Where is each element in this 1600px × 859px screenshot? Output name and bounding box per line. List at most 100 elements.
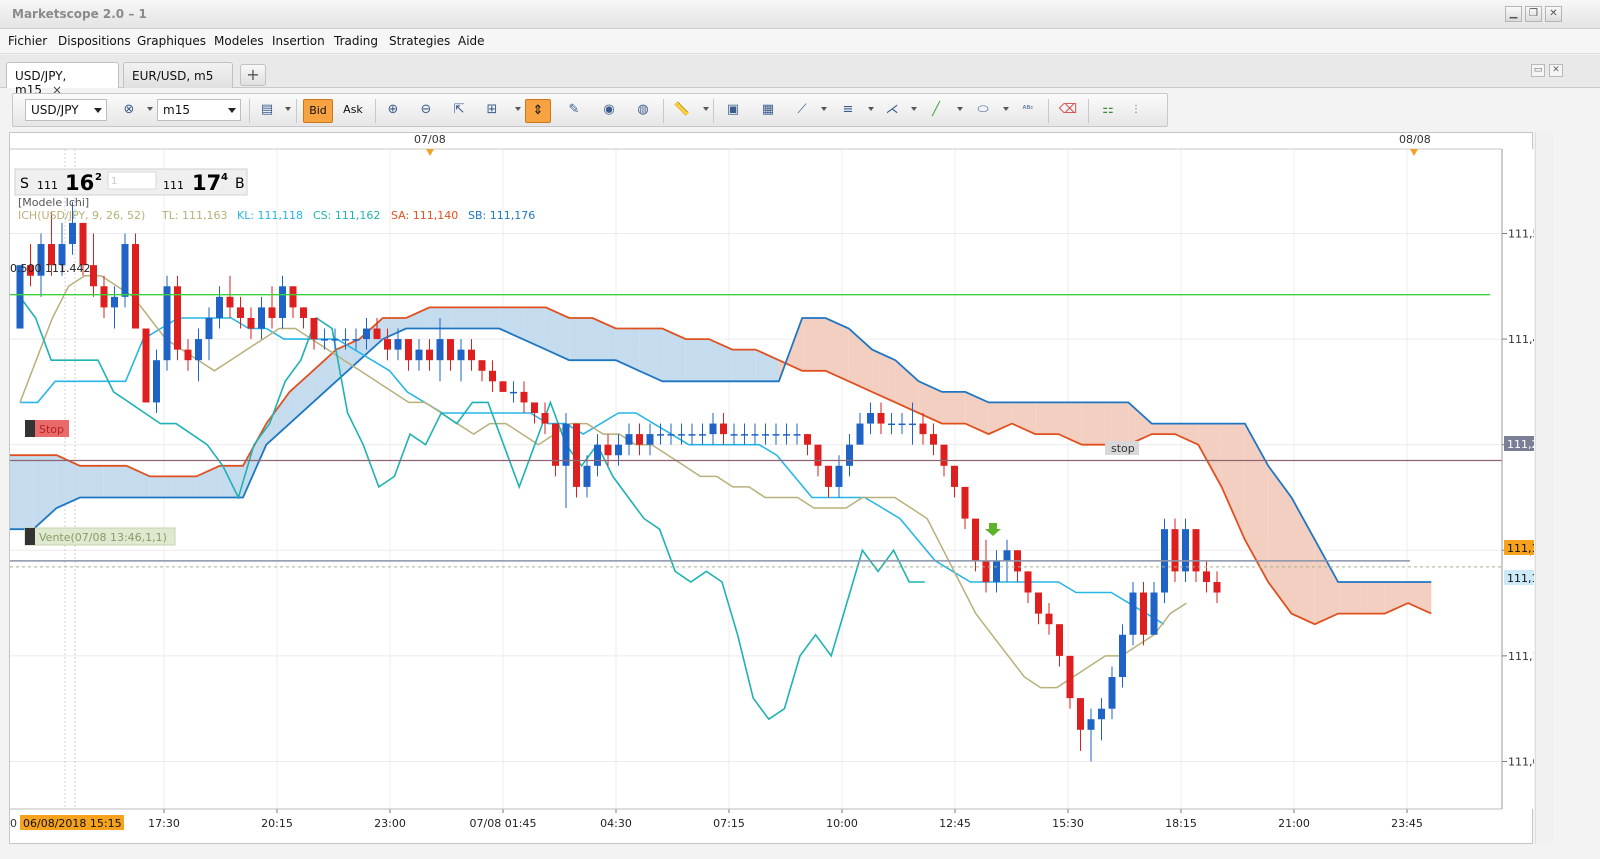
indicators-icon[interactable]: ⊞: [479, 99, 505, 123]
candle-body: [720, 423, 727, 435]
instrument-select[interactable]: USD/JPY: [25, 99, 107, 121]
candle-body: [846, 444, 853, 466]
timeframe-value: m15: [163, 103, 190, 117]
menu-graphiques[interactable]: Graphiques: [137, 34, 206, 48]
chevron-down-icon[interactable]: [911, 107, 917, 111]
zoom-in-icon[interactable]: ⊕: [380, 99, 406, 123]
buy-price-big[interactable]: 17: [192, 171, 221, 195]
candle-body: [898, 423, 906, 426]
cloud-segment: [1035, 402, 1059, 435]
window-title: Marketscope 2.0 – 1: [12, 7, 147, 21]
chart-area[interactable]: 111,50111,40111,30111,20111,10111,00 17:…: [9, 132, 1534, 845]
candle-body: [331, 339, 339, 341]
menu-fichier[interactable]: Fichier: [8, 34, 47, 48]
line-tool-icon[interactable]: ╱: [923, 99, 949, 123]
vertical-scrollbar[interactable]: [1535, 132, 1554, 844]
candle-body: [478, 360, 486, 371]
menu-dispositions[interactable]: Dispositions: [58, 34, 131, 48]
chevron-down-icon[interactable]: [285, 107, 291, 111]
add-tab-button[interactable]: +: [240, 64, 266, 86]
candle-body: [909, 423, 916, 426]
candle-body: [363, 328, 370, 340]
price-axis[interactable]: [1502, 149, 1534, 809]
time-tick-label: 21:00: [1278, 817, 1310, 830]
menu-modeles[interactable]: Modeles: [214, 34, 264, 48]
template-icon[interactable]: ▦: [755, 99, 781, 123]
price-chart[interactable]: 111,50111,40111,30111,20111,10111,00 17:…: [10, 133, 1534, 845]
horizontal-lines-icon[interactable]: ≡: [835, 99, 861, 123]
ruler-icon[interactable]: 📏: [669, 99, 695, 123]
stop-order-handle[interactable]: [25, 420, 35, 437]
candle-body: [1056, 624, 1063, 656]
hierarchy-icon[interactable]: ⚏: [1095, 99, 1121, 123]
close-window-icon[interactable]: ✕: [1545, 6, 1562, 22]
candle-body: [678, 434, 685, 436]
candle-body: [289, 286, 297, 308]
globe-icon[interactable]: ◍: [630, 99, 656, 123]
tab-eurusd-m5[interactable]: EUR/USD, m5: [123, 62, 233, 88]
tab-usdjpy-m15[interactable]: USD/JPY, m15 ×: [6, 62, 119, 97]
candle-body: [310, 317, 318, 340]
chevron-down-icon[interactable]: [515, 107, 521, 111]
menu-trading[interactable]: Trading: [334, 34, 378, 48]
candle-body: [300, 307, 307, 318]
shape-tool-icon[interactable]: ⬭: [970, 99, 996, 123]
candle-body: [1129, 592, 1137, 635]
sell-label[interactable]: S: [20, 176, 29, 192]
menu-insertion[interactable]: Insertion: [272, 34, 325, 48]
bid-price-value: 111,190: [1507, 542, 1534, 555]
cloud-segment: [429, 307, 453, 329]
candle-body: [1150, 592, 1158, 635]
fan-tool-icon[interactable]: ⋌: [879, 99, 905, 123]
menu-strategies[interactable]: Strategies: [389, 34, 450, 48]
tab-label: EUR/USD, m5: [132, 69, 214, 83]
timeframe-select[interactable]: m15: [157, 99, 241, 121]
ask-button[interactable]: Ask: [338, 99, 368, 123]
chevron-down-icon[interactable]: [703, 107, 709, 111]
candle-body: [394, 339, 402, 350]
time-tick-label: 23:00: [374, 817, 406, 830]
buy-label[interactable]: B: [235, 176, 245, 192]
candle-body: [216, 296, 223, 318]
chevron-down-icon[interactable]: [821, 107, 827, 111]
time-tick-label: 04:30: [600, 817, 632, 830]
toolbar-overflow-icon[interactable]: ⋮: [1128, 99, 1144, 123]
eye-icon[interactable]: ◉: [596, 99, 622, 123]
restore-icon[interactable]: ❐: [1525, 6, 1542, 22]
cloud-segment: [965, 391, 989, 435]
time-tick-label: 07:15: [713, 817, 745, 830]
cursor-icon[interactable]: ⇱: [446, 99, 472, 123]
edit-chart-icon[interactable]: ✎: [561, 99, 587, 123]
chevron-down-icon[interactable]: [1003, 107, 1009, 111]
candle-body: [1119, 634, 1126, 677]
chevron-down-icon[interactable]: [957, 107, 963, 111]
chart-type-icon[interactable]: ▤: [254, 99, 280, 123]
candle-body: [972, 518, 979, 561]
sell-price-big[interactable]: 16: [65, 171, 94, 195]
sell-arrow-icon[interactable]: [985, 523, 1001, 536]
trendline-tools-icon[interactable]: ⟋: [789, 99, 815, 123]
panel-restore-icon[interactable]: ▭: [1531, 64, 1545, 77]
link-chart-icon[interactable]: ⊗: [116, 99, 142, 123]
candle-body: [699, 434, 706, 436]
candle-body: [1213, 581, 1221, 593]
text-tool-icon[interactable]: ᴬᴮᶜ: [1015, 99, 1041, 123]
zoom-out-icon[interactable]: ⊖: [413, 99, 439, 123]
chevron-down-icon[interactable]: [868, 107, 874, 111]
sell-order-handle[interactable]: [25, 528, 35, 545]
panel-close-icon[interactable]: ✕: [1549, 64, 1563, 77]
candle-body: [174, 286, 181, 350]
toolbar-divider: [249, 99, 250, 123]
auto-scroll-icon[interactable]: ⇕: [525, 99, 551, 123]
candle-body: [1182, 529, 1189, 572]
bid-button[interactable]: Bid: [303, 99, 333, 123]
minimize-icon[interactable]: ▁: [1505, 6, 1522, 22]
candle-body: [132, 244, 139, 329]
candle-body: [384, 339, 391, 350]
screenshot-icon[interactable]: ▣: [720, 99, 746, 123]
eraser-icon[interactable]: ⌫: [1055, 99, 1081, 123]
chevron-down-icon[interactable]: [147, 107, 153, 111]
candle-body: [90, 265, 97, 287]
time-tick-label: 07/08 01:45: [470, 817, 537, 830]
menu-aide[interactable]: Aide: [458, 34, 485, 48]
